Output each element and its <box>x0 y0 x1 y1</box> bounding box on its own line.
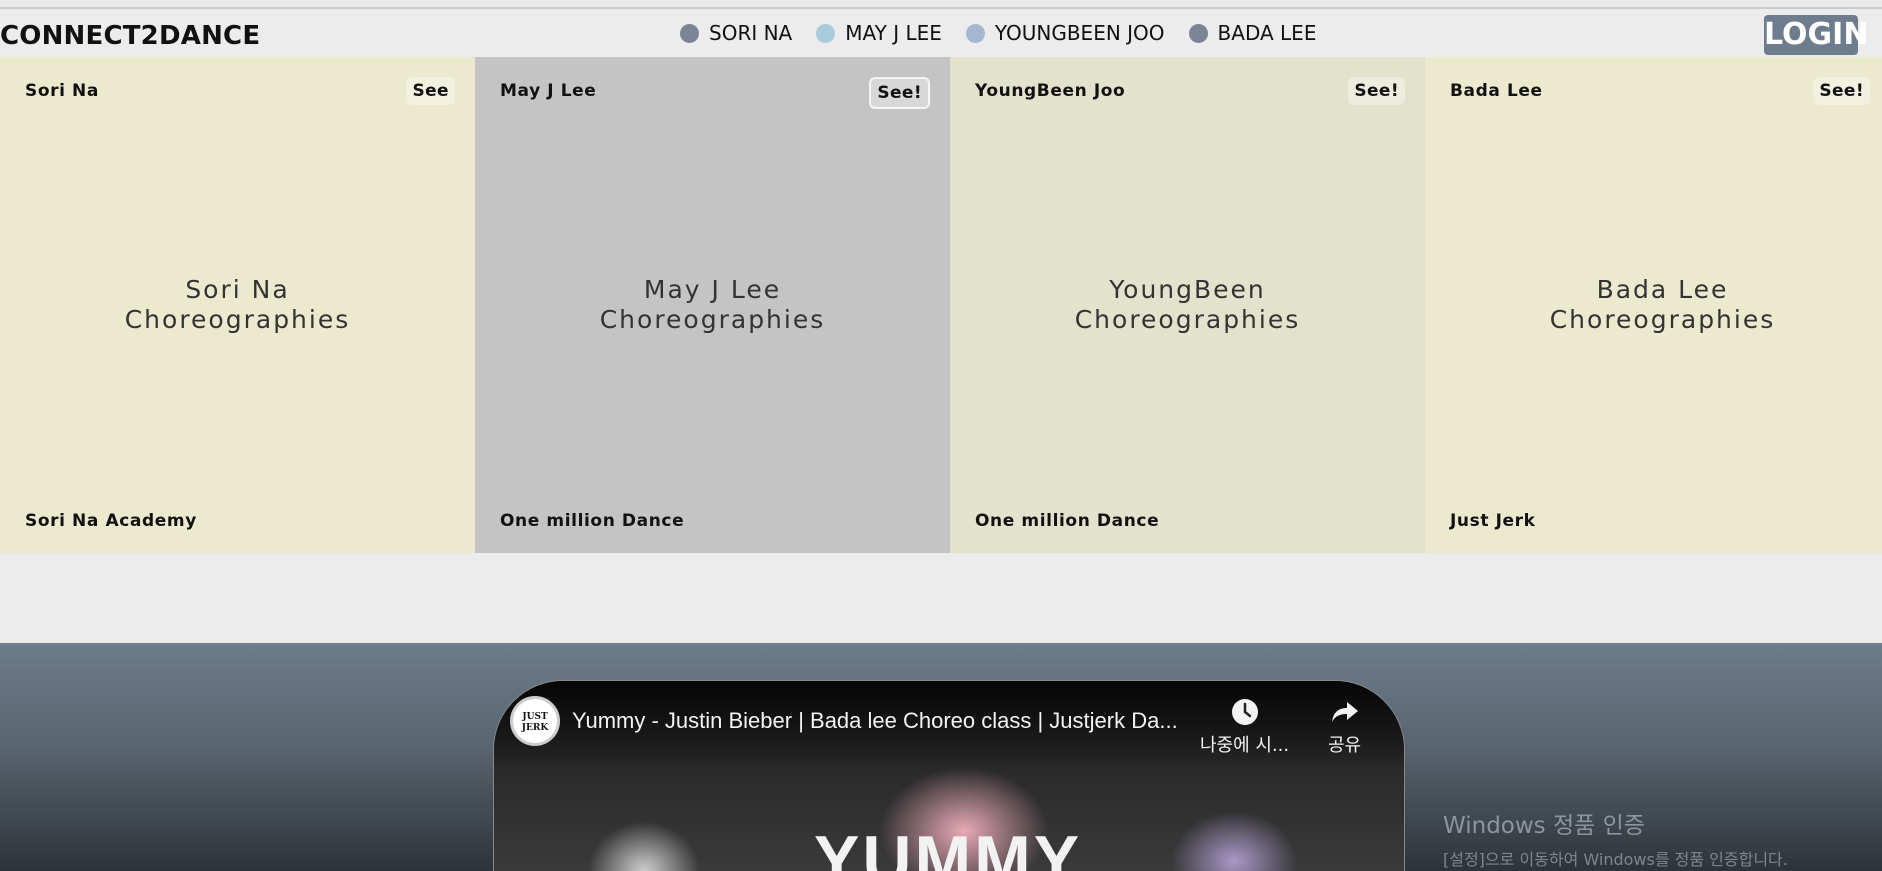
youtube-embed[interactable]: JUST JERK Yummy - Justin Bieber | Bada l… <box>493 680 1405 871</box>
card-title: May J Lee Choreographies <box>475 275 950 335</box>
see-button[interactable]: See <box>406 77 455 105</box>
card-title-line1: May J Lee <box>643 275 782 304</box>
channel-avatar[interactable]: JUST JERK <box>510 696 560 746</box>
watch-later-button[interactable]: 나중에 시... <box>1200 697 1289 757</box>
card-title-line1: Sori Na <box>185 275 290 304</box>
card-youngbeen-joo[interactable]: YoungBeen Joo See! YoungBeen Choreograph… <box>950 57 1425 553</box>
video-title[interactable]: Yummy - Justin Bieber | Bada lee Choreo … <box>572 708 1178 734</box>
see-button[interactable]: See! <box>869 77 930 109</box>
card-title-line1: YoungBeen <box>1109 275 1266 304</box>
nav-dot-icon <box>680 23 699 43</box>
share-icon <box>1331 702 1358 722</box>
nav-dot-icon <box>965 23 985 43</box>
nav-label: YOUNGBEEN JOO <box>994 21 1165 45</box>
nav-item-youngbeen-joo[interactable]: YOUNGBEEN JOO <box>965 21 1165 45</box>
card-name: Sori Na <box>25 81 99 101</box>
card-studio: One million Dance <box>500 511 685 531</box>
card-name: Bada Lee <box>1450 81 1543 101</box>
nav-dot-icon <box>816 23 836 43</box>
see-button[interactable]: See! <box>1348 77 1405 105</box>
nav-item-may-j-lee[interactable]: MAY J LEE <box>816 21 942 45</box>
card-name: May J Lee <box>500 81 597 101</box>
card-title-line2: Choreographies <box>1074 305 1301 334</box>
browser-top-edge <box>0 0 1882 9</box>
windows-activation-watermark: Windows 정품 인증 [설정]으로 이동하여 Windows를 정품 인증… <box>1443 806 1788 870</box>
share-button[interactable]: 공유 <box>1328 697 1361 757</box>
choreographer-cards: Sori Na See Sori Na Choreographies Sori … <box>0 57 1882 553</box>
site-logo[interactable]: CONNECT2DANCE <box>0 21 260 51</box>
card-sori-na[interactable]: Sori Na See Sori Na Choreographies Sori … <box>0 57 475 553</box>
card-title: Sori Na Choreographies <box>0 275 475 335</box>
video-overlay-text: YUMMY <box>814 822 1083 871</box>
card-bada-lee[interactable]: Bada Lee See! Bada Lee Choreographies Ju… <box>1425 57 1882 553</box>
card-title: YoungBeen Choreographies <box>950 275 1425 335</box>
site-header: CONNECT2DANCE SORI NA MAY J LEE YOUNGBEE… <box>0 11 1882 57</box>
nav-label: SORI NA <box>709 21 793 45</box>
watermark-title: Windows 정품 인증 <box>1443 813 1645 839</box>
clock-icon <box>1231 699 1258 725</box>
card-name: YoungBeen Joo <box>975 81 1126 101</box>
card-studio: Just Jerk <box>1450 511 1536 531</box>
see-button[interactable]: See! <box>1813 77 1870 105</box>
login-button[interactable]: LOGIN <box>1764 15 1868 55</box>
nav-label: BADA LEE <box>1217 21 1317 45</box>
share-label: 공유 <box>1328 735 1362 756</box>
card-studio: Sori Na Academy <box>25 511 197 531</box>
card-title-line2: Choreographies <box>124 305 351 334</box>
nav-item-sori-na[interactable]: SORI NA <box>680 21 792 45</box>
nav-label: MAY J LEE <box>845 21 942 45</box>
card-title-line1: Bada Lee <box>1596 275 1729 304</box>
card-title: Bada Lee Choreographies <box>1425 275 1882 335</box>
nav-dot-icon <box>1188 23 1208 43</box>
card-may-j-lee[interactable]: May J Lee See! May J Lee Choreographies … <box>475 57 950 553</box>
watermark-subtitle: [설정]으로 이동하여 Windows를 정품 인증합니다. <box>1443 850 1788 869</box>
choreographer-nav: SORI NA MAY J LEE YOUNGBEEN JOO BADA LEE <box>680 21 1340 45</box>
watch-later-label: 나중에 시... <box>1200 735 1290 756</box>
card-title-line2: Choreographies <box>599 305 826 334</box>
nav-item-bada-lee[interactable]: BADA LEE <box>1188 21 1317 45</box>
card-title-line2: Choreographies <box>1549 305 1776 334</box>
card-studio: One million Dance <box>975 511 1160 531</box>
